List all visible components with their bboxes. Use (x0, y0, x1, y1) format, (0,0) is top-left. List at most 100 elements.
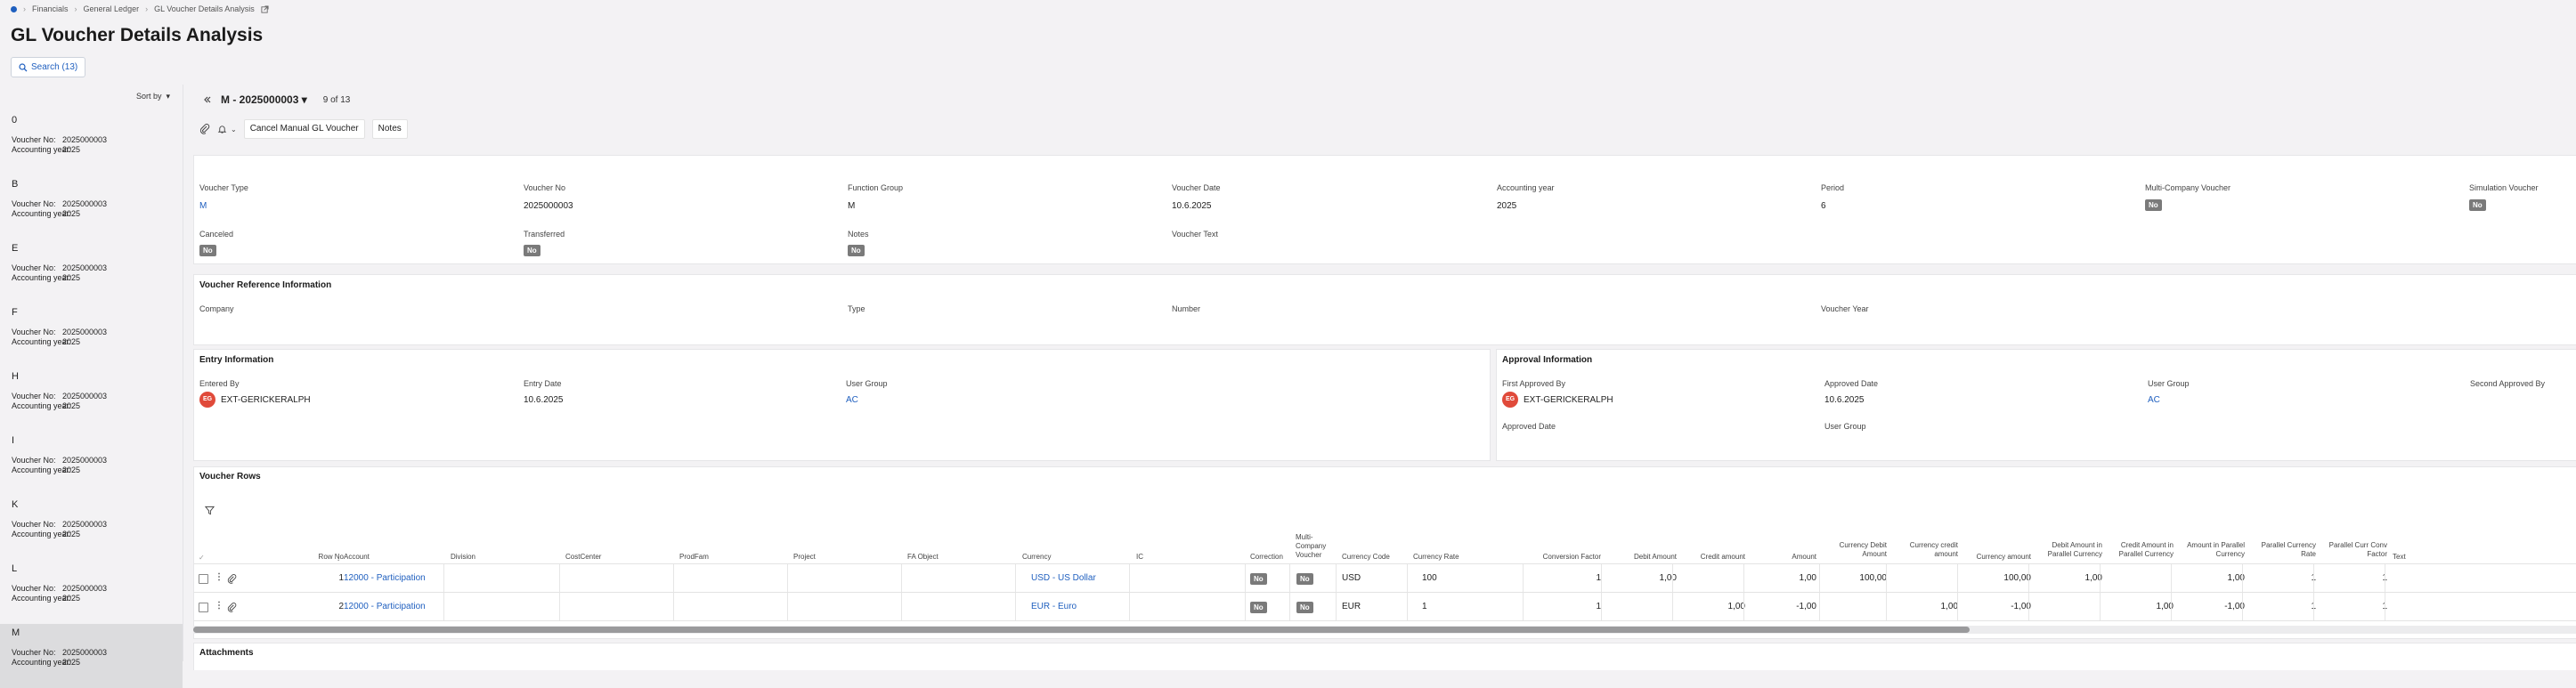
approval-user-group-value[interactable]: AC (2148, 395, 2160, 405)
cell-currency[interactable]: USD - US Dollar (1022, 573, 1138, 583)
attachment-icon[interactable] (227, 603, 237, 612)
list-item[interactable]: E Voucher No: 2025000003 Accounting year:20… (0, 239, 183, 304)
col-account[interactable]: Account (337, 553, 370, 562)
breadcrumb-item-current: GL Voucher Details Analysis (154, 4, 255, 13)
breadcrumb-item-financials[interactable]: Financials (32, 4, 69, 13)
col-currency-debit[interactable]: Currency Debit Amount (1824, 541, 1887, 559)
col-fa-object[interactable]: FA Object (907, 553, 939, 562)
cell-currency-code: USD (1342, 573, 1361, 583)
row-menu-icon[interactable]: ⋮ (215, 601, 223, 611)
entry-date-label: Entry Date (524, 379, 562, 388)
list-item[interactable]: L Voucher No: 2025000003 Accounting year:20… (0, 560, 183, 624)
voucher-no-label: Voucher No (524, 183, 566, 192)
table-row[interactable]: ⋮ 1 12000 - Participation USD - US Dollar US… (194, 564, 2576, 593)
column-divider (1601, 593, 1602, 621)
voucher-no-value: 2025000003 (62, 520, 108, 529)
function-group-label: Function Group (848, 183, 904, 192)
row-checkbox[interactable] (199, 603, 208, 612)
list-item-accounting-year: Accounting year:2025 (12, 145, 80, 154)
col-debit-parallel[interactable]: Debit Amount in Parallel Currency (2033, 541, 2102, 559)
list-item[interactable]: B Voucher No: 2025000003 Accounting year:20… (0, 175, 183, 239)
search-button[interactable]: Search (13) (11, 57, 86, 77)
record-selector[interactable]: M - 2025000003 ▾ (221, 93, 307, 106)
sort-by-button[interactable]: Sort by ▾ (136, 92, 170, 101)
accounting-year-value: 2025 (62, 273, 81, 282)
voucher-type-value[interactable]: M (199, 201, 207, 211)
list-item-accounting-year: Accounting year:2025 (12, 401, 80, 410)
second-user-group-label: User Group (1824, 422, 1866, 431)
col-currency-credit[interactable]: Currency credit amount (1890, 541, 1958, 559)
select-all-checkmark[interactable]: ✓ (199, 554, 205, 563)
horizontal-scrollbar-thumb[interactable] (193, 627, 1970, 633)
col-correction[interactable]: Correction (1250, 553, 1283, 562)
simulation-voucher-label: Simulation Voucher (2469, 183, 2539, 192)
home-icon[interactable] (11, 5, 17, 12)
col-currency-rate[interactable]: Currency Rate (1413, 553, 1459, 562)
list-item[interactable]: H Voucher No: 2025000003 Accounting year:20… (0, 368, 183, 432)
col-project[interactable]: Project (793, 553, 816, 562)
voucher-date-value: 10.6.2025 (1172, 201, 1212, 211)
voucher-no-label: Voucher No: (12, 392, 56, 401)
accounting-year-label: Accounting year: (12, 273, 72, 282)
col-cost-center[interactable]: CostCenter (565, 553, 601, 562)
col-amount[interactable]: Amount (1748, 553, 1816, 562)
list-item-voucher-no: Voucher No: 2025000003 (12, 520, 107, 529)
collapse-list-icon[interactable] (203, 95, 212, 104)
cell-account[interactable]: 12000 - Participation (337, 602, 451, 611)
voucher-no-label: Voucher No: (12, 520, 56, 529)
list-item-accounting-year: Accounting year:2025 (12, 209, 80, 218)
list-item[interactable]: 0 Voucher No: 2025000003 Accounting year:20… (0, 111, 183, 175)
list-item[interactable]: K Voucher No: 2025000003 Accounting year:20… (0, 496, 183, 560)
bell-icon[interactable]: ⌄ (217, 125, 237, 134)
col-currency-code[interactable]: Currency Code (1342, 553, 1390, 562)
list-item-voucher-no: Voucher No: 2025000003 (12, 392, 107, 401)
list-item-voucher-no: Voucher No: 2025000003 (12, 199, 107, 208)
caret-down-icon: ▾ (301, 93, 307, 106)
col-prod-fam[interactable]: ProdFam (679, 553, 709, 562)
column-divider (443, 593, 444, 621)
external-link-icon[interactable] (261, 4, 269, 13)
cell-parallel-conv: 1 (2318, 602, 2387, 611)
cell-currency[interactable]: EUR - Euro (1022, 602, 1138, 611)
col-ic[interactable]: IC (1136, 553, 1143, 562)
column-divider (673, 564, 674, 593)
list-item-accounting-year: Accounting year:2025 (12, 465, 80, 474)
attachment-icon[interactable] (199, 124, 210, 134)
list-item-key: K (12, 499, 19, 510)
cancel-manual-gl-voucher-button[interactable]: Cancel Manual GL Voucher (243, 119, 365, 139)
entry-user-group-value[interactable]: AC (846, 395, 858, 405)
table-row[interactable]: ⋮ 2 12000 - Participation EUR - Euro EUR 1 1 1,… (194, 593, 2576, 621)
col-amount-parallel[interactable]: Amount in Parallel Currency (2175, 541, 2245, 559)
col-text[interactable]: Text (2393, 553, 2406, 562)
list-item[interactable]: F Voucher No: 2025000003 Accounting year:20… (0, 304, 183, 368)
correction-badge: No (1250, 573, 1267, 585)
second-approved-date-label: Approved Date (1502, 422, 1556, 431)
list-item[interactable]: I Voucher No: 2025000003 Accounting year:20… (0, 432, 183, 496)
col-conversion-factor[interactable]: Conversion Factor (1530, 553, 1601, 562)
col-division[interactable]: Division (451, 553, 475, 562)
row-checkbox[interactable] (199, 574, 208, 584)
attachment-icon[interactable] (227, 574, 237, 584)
col-parallel-conv[interactable]: Parallel Curr Conv Factor (2318, 541, 2387, 559)
notes-button[interactable]: Notes (371, 119, 408, 139)
filter-icon[interactable] (205, 506, 215, 515)
col-currency[interactable]: Currency (1022, 553, 1051, 562)
column-divider (1672, 564, 1673, 593)
notes-field-label: Notes (848, 230, 869, 239)
column-divider (1523, 593, 1524, 621)
column-divider (1245, 593, 1246, 621)
col-parallel-rate[interactable]: Parallel Currency Rate (2247, 541, 2316, 559)
col-multi-company[interactable]: Multi-Company Voucher (1296, 533, 1335, 560)
col-debit-amount[interactable]: Debit Amount (1605, 553, 1677, 562)
column-divider (559, 564, 560, 593)
col-credit-parallel[interactable]: Credit Amount in Parallel Currency (2104, 541, 2174, 559)
row-menu-icon[interactable]: ⋮ (215, 572, 223, 582)
col-credit-amount[interactable]: Credit amount (1677, 553, 1745, 562)
col-currency-amount[interactable]: Currency amount (1962, 553, 2031, 562)
breadcrumb-item-general-ledger[interactable]: General Ledger (84, 4, 140, 13)
cell-account[interactable]: 12000 - Participation (337, 573, 451, 583)
list-item[interactable]: M Voucher No: 2025000003 Accounting year:20… (0, 624, 183, 688)
list-item-accounting-year: Accounting year:2025 (12, 594, 80, 603)
cell-parallel-rate: 1 (2247, 602, 2316, 611)
cell-debit-amount: 1,00 (1659, 573, 1677, 583)
